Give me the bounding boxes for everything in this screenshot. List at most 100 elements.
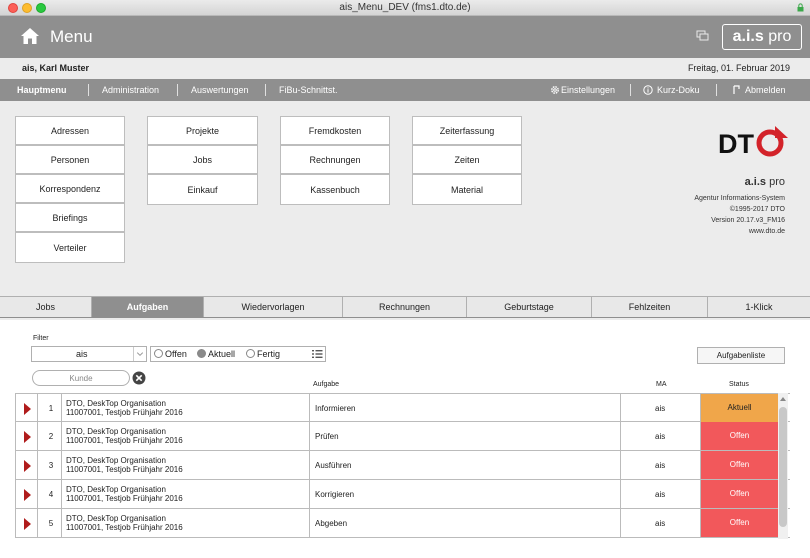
filter-label: Filter xyxy=(33,335,49,342)
briefings-button[interactable]: Briefings xyxy=(15,203,125,232)
korrespondenz-button[interactable]: Korrespondenz xyxy=(15,174,125,203)
status-badge[interactable]: Offen xyxy=(701,509,778,537)
play-arrow-icon[interactable] xyxy=(24,403,31,415)
gear-icon xyxy=(551,86,559,94)
verteiler-button[interactable]: Verteiler xyxy=(15,232,125,263)
play-arrow-icon[interactable] xyxy=(24,460,31,472)
task-cell xyxy=(310,451,621,480)
row-expand-cell xyxy=(15,394,38,423)
lock-icon xyxy=(797,3,804,12)
play-arrow-icon[interactable] xyxy=(24,431,31,443)
task-name: Prüfen xyxy=(315,432,339,441)
row-number: 5 xyxy=(48,519,54,528)
radio-aktuell[interactable]: Aktuell xyxy=(197,349,235,359)
current-date: Freitag, 01. Februar 2019 xyxy=(687,63,790,73)
row-expand-cell xyxy=(15,451,38,480)
table-row[interactable]: 5 DTO, DeskTop Organisation 11007001, Tes… xyxy=(15,509,790,538)
rechnungen-button[interactable]: Rechnungen xyxy=(280,145,390,174)
product-description: Agentur Informations-System xyxy=(694,195,785,202)
task-name: Korrigieren xyxy=(315,490,355,499)
table-row[interactable]: 1 DTO, DeskTop Organisation 11007001, Tes… xyxy=(15,393,790,423)
table-row[interactable]: 2 DTO, DeskTop Organisation 11007001, Tes… xyxy=(15,422,790,451)
task-cell xyxy=(310,509,621,538)
kassenbuch-button[interactable]: Kassenbuch xyxy=(280,174,390,205)
window-title: ais_Menu_DEV (fms1.dto.de) xyxy=(339,2,471,13)
nav-kurz-doku[interactable]: Kurz-Doku xyxy=(657,85,700,95)
aufgabenliste-button[interactable]: Aufgabenliste xyxy=(697,347,785,364)
radio-offen[interactable]: Offen xyxy=(154,349,187,359)
row-expand-cell xyxy=(15,509,38,538)
nav-auswertungen[interactable]: Auswertungen xyxy=(191,85,249,95)
window-titlebar: ais_Menu_DEV (fms1.dto.de) xyxy=(0,0,810,16)
column-header-aufgabe: Aufgabe xyxy=(313,381,340,388)
einkauf-button[interactable]: Einkauf xyxy=(147,174,258,205)
status-badge[interactable]: Offen xyxy=(701,451,778,479)
tab-rechnungen[interactable]: Rechnungen xyxy=(343,297,467,317)
status-badge[interactable]: Offen xyxy=(701,480,778,508)
column-header-ma: MA xyxy=(656,381,667,388)
task-name: Abgeben xyxy=(315,519,348,528)
zeiterfassung-button[interactable]: Zeiterfassung xyxy=(412,116,522,145)
user-name: ais, Karl Muster xyxy=(22,63,90,73)
tab-geburtstage[interactable]: Geburtstage xyxy=(467,297,592,317)
nav-divider xyxy=(265,84,266,96)
nav-divider xyxy=(630,84,631,96)
radio-indicator xyxy=(154,349,163,358)
row-expand-cell xyxy=(15,422,38,451)
status-badge[interactable]: Offen xyxy=(701,422,778,450)
version: Version 20.17.v3_FM16 xyxy=(711,217,785,224)
nav-einstellungen[interactable]: Einstellungen xyxy=(561,85,615,95)
dto-logo: DT xyxy=(718,126,788,159)
windows-icon[interactable] xyxy=(696,30,710,42)
play-arrow-icon[interactable] xyxy=(24,489,31,501)
info-icon xyxy=(643,85,653,95)
chevron-down-icon[interactable] xyxy=(133,347,146,361)
row-number: 3 xyxy=(48,461,54,470)
nav-abmelden[interactable]: Abmelden xyxy=(745,85,786,95)
radio-fertig[interactable]: Fertig xyxy=(246,349,280,359)
logout-icon xyxy=(733,85,740,94)
home-icon[interactable] xyxy=(20,26,40,46)
table-scrollbar[interactable] xyxy=(778,393,788,539)
tab-aufgaben[interactable]: Aufgaben xyxy=(92,297,204,317)
task-cell xyxy=(310,480,621,509)
tab-1-klick[interactable]: 1-Klick xyxy=(708,297,810,317)
table-row[interactable]: 4 DTO, DeskTop Organisation 11007001, Tes… xyxy=(15,480,790,509)
ma-value: ais xyxy=(655,519,666,528)
nav-administration[interactable]: Administration xyxy=(102,85,159,95)
user-bar: ais, Karl Muster Freitag, 01. Februar 20… xyxy=(0,58,810,78)
list-icon[interactable] xyxy=(311,348,324,360)
task-cell xyxy=(310,422,621,451)
nav-fibu-schnittstelle[interactable]: FiBu-Schnittst. xyxy=(279,85,338,95)
play-arrow-icon[interactable] xyxy=(24,518,31,530)
clear-icon[interactable] xyxy=(132,371,146,385)
material-button[interactable]: Material xyxy=(412,174,522,205)
scroll-up-icon[interactable] xyxy=(779,395,787,403)
filter-select[interactable]: ais xyxy=(31,346,147,362)
scroll-thumb[interactable] xyxy=(779,407,787,527)
tab-jobs[interactable]: Jobs xyxy=(0,297,92,317)
kunde-search-input[interactable]: Kunde xyxy=(32,370,130,386)
tab-wiedervorlagen[interactable]: Wiedervorlagen xyxy=(204,297,343,317)
fremdkosten-button[interactable]: Fremdkosten xyxy=(280,116,390,145)
nav-hauptmenu[interactable]: Hauptmenu xyxy=(17,85,67,95)
adressen-button[interactable]: Adressen xyxy=(15,116,125,145)
website: www.dto.de xyxy=(748,228,785,235)
zeiten-button[interactable]: Zeiten xyxy=(412,145,522,174)
nav-divider xyxy=(88,84,89,96)
personen-button[interactable]: Personen xyxy=(15,145,125,174)
projekte-button[interactable]: Projekte xyxy=(147,116,258,145)
row-number: 1 xyxy=(48,404,54,413)
task-name: Informieren xyxy=(315,404,356,413)
client-job: DTO, DeskTop Organisation 11007001, Testj… xyxy=(66,399,183,417)
radio-indicator-selected xyxy=(197,349,206,358)
task-cell xyxy=(310,394,621,423)
status-badge[interactable]: Aktuell xyxy=(701,394,778,422)
jobs-button[interactable]: Jobs xyxy=(147,145,258,174)
ais-pro-logo: a.i.s pro xyxy=(722,24,802,50)
row-expand-cell xyxy=(15,480,38,509)
row-number: 2 xyxy=(48,432,54,441)
copyright: ©1995-2017 DTO xyxy=(729,206,785,213)
table-row[interactable]: 3 DTO, DeskTop Organisation 11007001, Tes… xyxy=(15,451,790,480)
tab-fehlzeiten[interactable]: Fehlzeiten xyxy=(592,297,708,317)
